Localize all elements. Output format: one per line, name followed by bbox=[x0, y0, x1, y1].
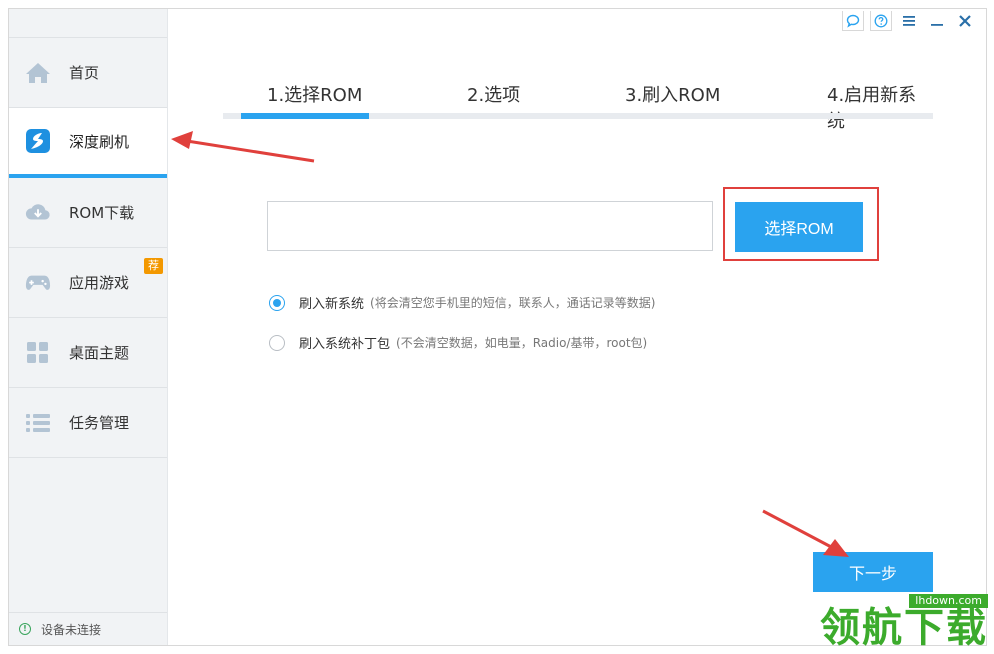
rom-path-input[interactable] bbox=[267, 201, 713, 251]
help-icon bbox=[874, 14, 888, 27]
close-icon bbox=[959, 15, 971, 27]
step-4: 4.启用新系统 bbox=[827, 85, 917, 132]
step-1: 1.选择ROM bbox=[267, 85, 363, 106]
cloud-download-icon bbox=[25, 200, 51, 226]
step-indicator: 1.选择ROM 2.选项 3.刷入ROM 4.启用新系统 bbox=[223, 81, 933, 132]
radio-unchecked[interactable] bbox=[269, 334, 285, 351]
sidebar: 首页 深度刷机 ROM下载 应用游戏 荐 桌面主题 任务管理 ! 设备未连接 bbox=[9, 9, 168, 645]
sidebar-item-desktop-themes[interactable]: 桌面主题 bbox=[9, 318, 167, 388]
grid-icon bbox=[25, 340, 51, 366]
minimize-icon bbox=[931, 24, 943, 26]
select-rom-button[interactable]: 选择ROM bbox=[735, 202, 863, 252]
sidebar-item-label: 深度刷机 bbox=[69, 132, 130, 151]
watermark-brand: 领航下载 bbox=[820, 605, 988, 651]
list-icon bbox=[25, 410, 51, 436]
annotation-arrow-down bbox=[762, 509, 849, 557]
recommend-badge: 荐 bbox=[144, 258, 163, 274]
option-label: 刷入新系统 bbox=[299, 297, 365, 312]
sidebar-item-deep-flash[interactable]: 深度刷机 bbox=[9, 108, 167, 178]
help-button[interactable] bbox=[870, 11, 892, 31]
feedback-button[interactable] bbox=[842, 11, 864, 31]
sidebar-item-label: 桌面主题 bbox=[69, 344, 130, 362]
minimize-button[interactable] bbox=[926, 11, 948, 31]
sidebar-item-home[interactable]: 首页 bbox=[9, 38, 167, 108]
sidebar-item-rom-download[interactable]: ROM下载 bbox=[9, 178, 167, 248]
menu-button[interactable] bbox=[898, 11, 920, 31]
flash-icon bbox=[25, 128, 51, 154]
device-status-bar: ! 设备未连接 bbox=[9, 612, 167, 645]
watermark-logo: lhdown.com 领航下载 bbox=[808, 594, 988, 652]
step-progress bbox=[241, 113, 369, 119]
option-label: 刷入系统补丁包 bbox=[299, 337, 391, 352]
radio-checked[interactable] bbox=[269, 294, 285, 311]
sidebar-item-task-manager[interactable]: 任务管理 bbox=[9, 388, 167, 458]
option-note: (不会清空数据，如电量，Radio/基带，root包) bbox=[396, 336, 648, 350]
sidebar-item-label: 任务管理 bbox=[69, 414, 130, 432]
device-status-text: 设备未连接 bbox=[41, 622, 102, 637]
sidebar-item-label: ROM下载 bbox=[69, 204, 135, 222]
menu-icon bbox=[903, 16, 915, 26]
close-button[interactable] bbox=[954, 11, 976, 31]
sidebar-top-spacer bbox=[9, 9, 167, 38]
option-flash-new-system[interactable]: 刷入新系统 (将会清空您手机里的短信，联系人，通话记录等数据) bbox=[269, 293, 655, 312]
option-flash-patch[interactable]: 刷入系统补丁包 (不会清空数据，如电量，Radio/基带，root包) bbox=[269, 333, 647, 352]
title-bar-controls bbox=[842, 9, 976, 33]
sidebar-item-apps-games[interactable]: 应用游戏 荐 bbox=[9, 248, 167, 318]
app-window: 首页 深度刷机 ROM下载 应用游戏 荐 桌面主题 任务管理 ! 设备未连接 1… bbox=[8, 8, 987, 646]
option-note: (将会清空您手机里的短信，联系人，通话记录等数据) bbox=[370, 296, 656, 310]
chat-bubble-icon bbox=[846, 14, 860, 28]
home-icon bbox=[25, 60, 51, 86]
sidebar-item-label: 首页 bbox=[69, 64, 100, 82]
gamepad-icon bbox=[25, 270, 51, 296]
step-2: 2.选项 bbox=[467, 85, 521, 106]
annotation-arrow-left bbox=[171, 131, 315, 163]
sidebar-item-label: 应用游戏 bbox=[69, 274, 130, 292]
info-icon: ! bbox=[19, 623, 31, 635]
step-3: 3.刷入ROM bbox=[625, 85, 721, 106]
